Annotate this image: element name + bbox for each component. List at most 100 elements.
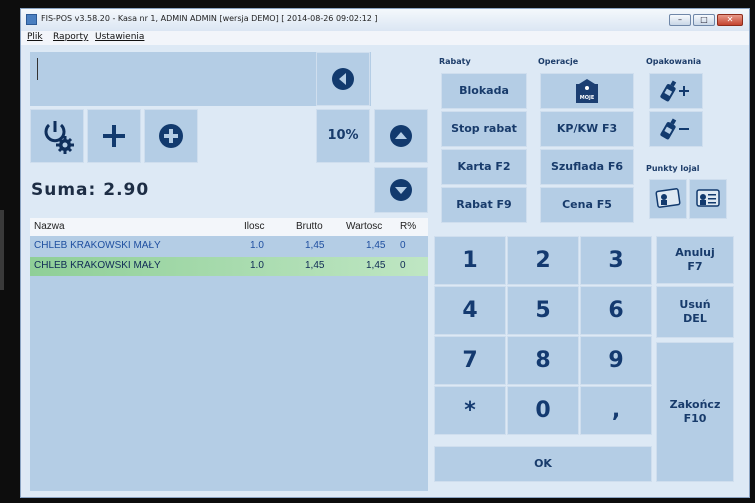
table-row-selected[interactable]: CHLEB KRAKOWSKI MAŁY 1.0 1,45 1,45 0 — [30, 257, 428, 276]
add-quantity-button[interactable] — [87, 109, 141, 163]
loyalty-card-button-1[interactable] — [649, 179, 687, 219]
menu-bar: Plik Raporty Ustawienia — [21, 31, 749, 45]
cell-ilosc: 1.0 — [250, 240, 264, 251]
cell-rabat: 0 — [400, 260, 406, 271]
maximize-button[interactable]: □ — [693, 14, 715, 26]
key-0-label: 0 — [535, 398, 551, 423]
arrow-down-icon — [389, 178, 413, 202]
menu-plik[interactable]: Plik — [27, 32, 43, 42]
rabat-label: Rabat F9 — [456, 198, 512, 211]
moje-logo-icon: MOJE — [575, 78, 599, 104]
key-comma-label: , — [611, 398, 621, 423]
key-comma[interactable]: , — [580, 386, 652, 435]
szuflada-button[interactable]: Szuflada F6 — [540, 149, 634, 185]
zakoncz-button[interactable]: Zakończ F10 — [656, 342, 734, 482]
header-wartosc: Wartosc — [346, 221, 383, 232]
zakoncz-key-label: F10 — [683, 412, 707, 425]
key-6-label: 6 — [608, 298, 624, 323]
key-7-label: 7 — [462, 348, 478, 373]
key-3[interactable]: 3 — [580, 236, 652, 285]
szuflada-label: Szuflada F6 — [550, 160, 624, 173]
scroll-up-button[interactable] — [374, 109, 428, 163]
menu-ustawienia[interactable]: Ustawienia — [95, 32, 144, 42]
key-6[interactable]: 6 — [580, 286, 652, 335]
usun-button[interactable]: Usuń DEL — [656, 286, 734, 338]
key-1[interactable]: 1 — [434, 236, 506, 285]
karta-button[interactable]: Karta F2 — [441, 149, 527, 185]
add-item-button[interactable] — [144, 109, 198, 163]
key-2-label: 2 — [535, 248, 551, 273]
cell-wartosc: 1,45 — [366, 240, 386, 251]
key-8-label: 8 — [535, 348, 551, 373]
key-7[interactable]: 7 — [434, 336, 506, 385]
window-title: FIS-POS v3.58.20 - Kasa nr 1, ADMIN ADMI… — [41, 14, 378, 23]
moje-logo-button[interactable]: MOJE — [540, 73, 634, 109]
background-window-edge — [0, 210, 4, 290]
svg-text:MOJE: MOJE — [580, 95, 595, 101]
ok-label: OK — [534, 457, 552, 470]
stop-rabat-button[interactable]: Stop rabat — [441, 111, 527, 147]
key-asterisk[interactable]: * — [434, 386, 506, 435]
anuluj-button[interactable]: Anuluj F7 — [656, 236, 734, 284]
stop-rabat-label: Stop rabat — [451, 122, 517, 135]
percent-label: 10% — [327, 128, 359, 143]
blokada-label: Blokada — [459, 84, 509, 97]
usun-label: Usuń — [679, 298, 711, 311]
key-9[interactable]: 9 — [580, 336, 652, 385]
scroll-down-button[interactable] — [374, 167, 428, 213]
cell-nazwa: CHLEB KRAKOWSKI MAŁY — [34, 240, 161, 251]
percent-discount-button[interactable]: 10% — [316, 109, 370, 163]
cell-wartosc: 1,45 — [366, 260, 386, 271]
key-asterisk-label: * — [464, 398, 476, 423]
minimize-button[interactable]: – — [669, 14, 691, 26]
zakoncz-label: Zakończ — [669, 398, 721, 411]
pos-main: 10% Suma: 2.90 Nazwa Ilosc Brutto Wartos… — [25, 45, 747, 495]
menu-raporty[interactable]: Raporty — [53, 32, 88, 42]
key-4-label: 4 — [462, 298, 478, 323]
items-table: Nazwa Ilosc Brutto Wartosc R% CHLEB KRAK… — [30, 218, 428, 491]
key-8[interactable]: 8 — [507, 336, 579, 385]
bottle-minus-icon — [659, 116, 693, 142]
add-packaging-button[interactable] — [649, 73, 703, 109]
cena-button[interactable]: Cena F5 — [540, 187, 634, 223]
rabat-button[interactable]: Rabat F9 — [441, 187, 527, 223]
key-9-label: 9 — [608, 348, 624, 373]
key-4[interactable]: 4 — [434, 286, 506, 335]
section-punkty: Punkty lojal — [646, 164, 700, 173]
sum-label: Suma: 2.90 — [31, 180, 150, 200]
back-button[interactable] — [316, 52, 370, 106]
anuluj-label: Anuluj — [675, 246, 715, 259]
cell-brutto: 1,45 — [305, 240, 325, 251]
arrow-up-icon — [389, 124, 413, 148]
section-rabaty: Rabaty — [439, 57, 471, 66]
close-button[interactable]: ✕ — [717, 14, 743, 26]
plus-circle-icon — [158, 123, 184, 149]
blokada-button[interactable]: Blokada — [441, 73, 527, 109]
key-5[interactable]: 5 — [507, 286, 579, 335]
cena-label: Cena F5 — [562, 198, 612, 211]
cell-brutto: 1,45 — [305, 260, 325, 271]
table-header: Nazwa Ilosc Brutto Wartosc R% — [30, 218, 428, 236]
table-row[interactable]: CHLEB KRAKOWSKI MAŁY 1.0 1,45 1,45 0 — [30, 237, 428, 256]
kpkw-button[interactable]: KP/KW F3 — [540, 111, 634, 147]
logout-settings-button[interactable] — [30, 109, 84, 163]
section-opakowania: Opakowania — [646, 57, 702, 66]
loyalty-card-button-2[interactable] — [689, 179, 727, 219]
usun-key-label: DEL — [683, 312, 707, 325]
key-2[interactable]: 2 — [507, 236, 579, 285]
section-operacje: Operacje — [538, 57, 579, 66]
key-0[interactable]: 0 — [507, 386, 579, 435]
app-icon — [26, 14, 37, 25]
ok-button[interactable]: OK — [434, 446, 652, 482]
loyalty-card-list-icon — [693, 185, 723, 213]
header-nazwa: Nazwa — [34, 221, 65, 232]
remove-packaging-button[interactable] — [649, 111, 703, 147]
kpkw-label: KP/KW F3 — [556, 122, 618, 135]
pos-window: FIS-POS v3.58.20 - Kasa nr 1, ADMIN ADMI… — [20, 8, 750, 498]
cell-ilosc: 1.0 — [250, 260, 264, 271]
plus-icon — [101, 123, 127, 149]
bottle-plus-icon — [659, 78, 693, 104]
header-brutto: Brutto — [296, 221, 323, 232]
arrow-left-icon — [331, 67, 355, 91]
text-caret — [37, 58, 38, 80]
